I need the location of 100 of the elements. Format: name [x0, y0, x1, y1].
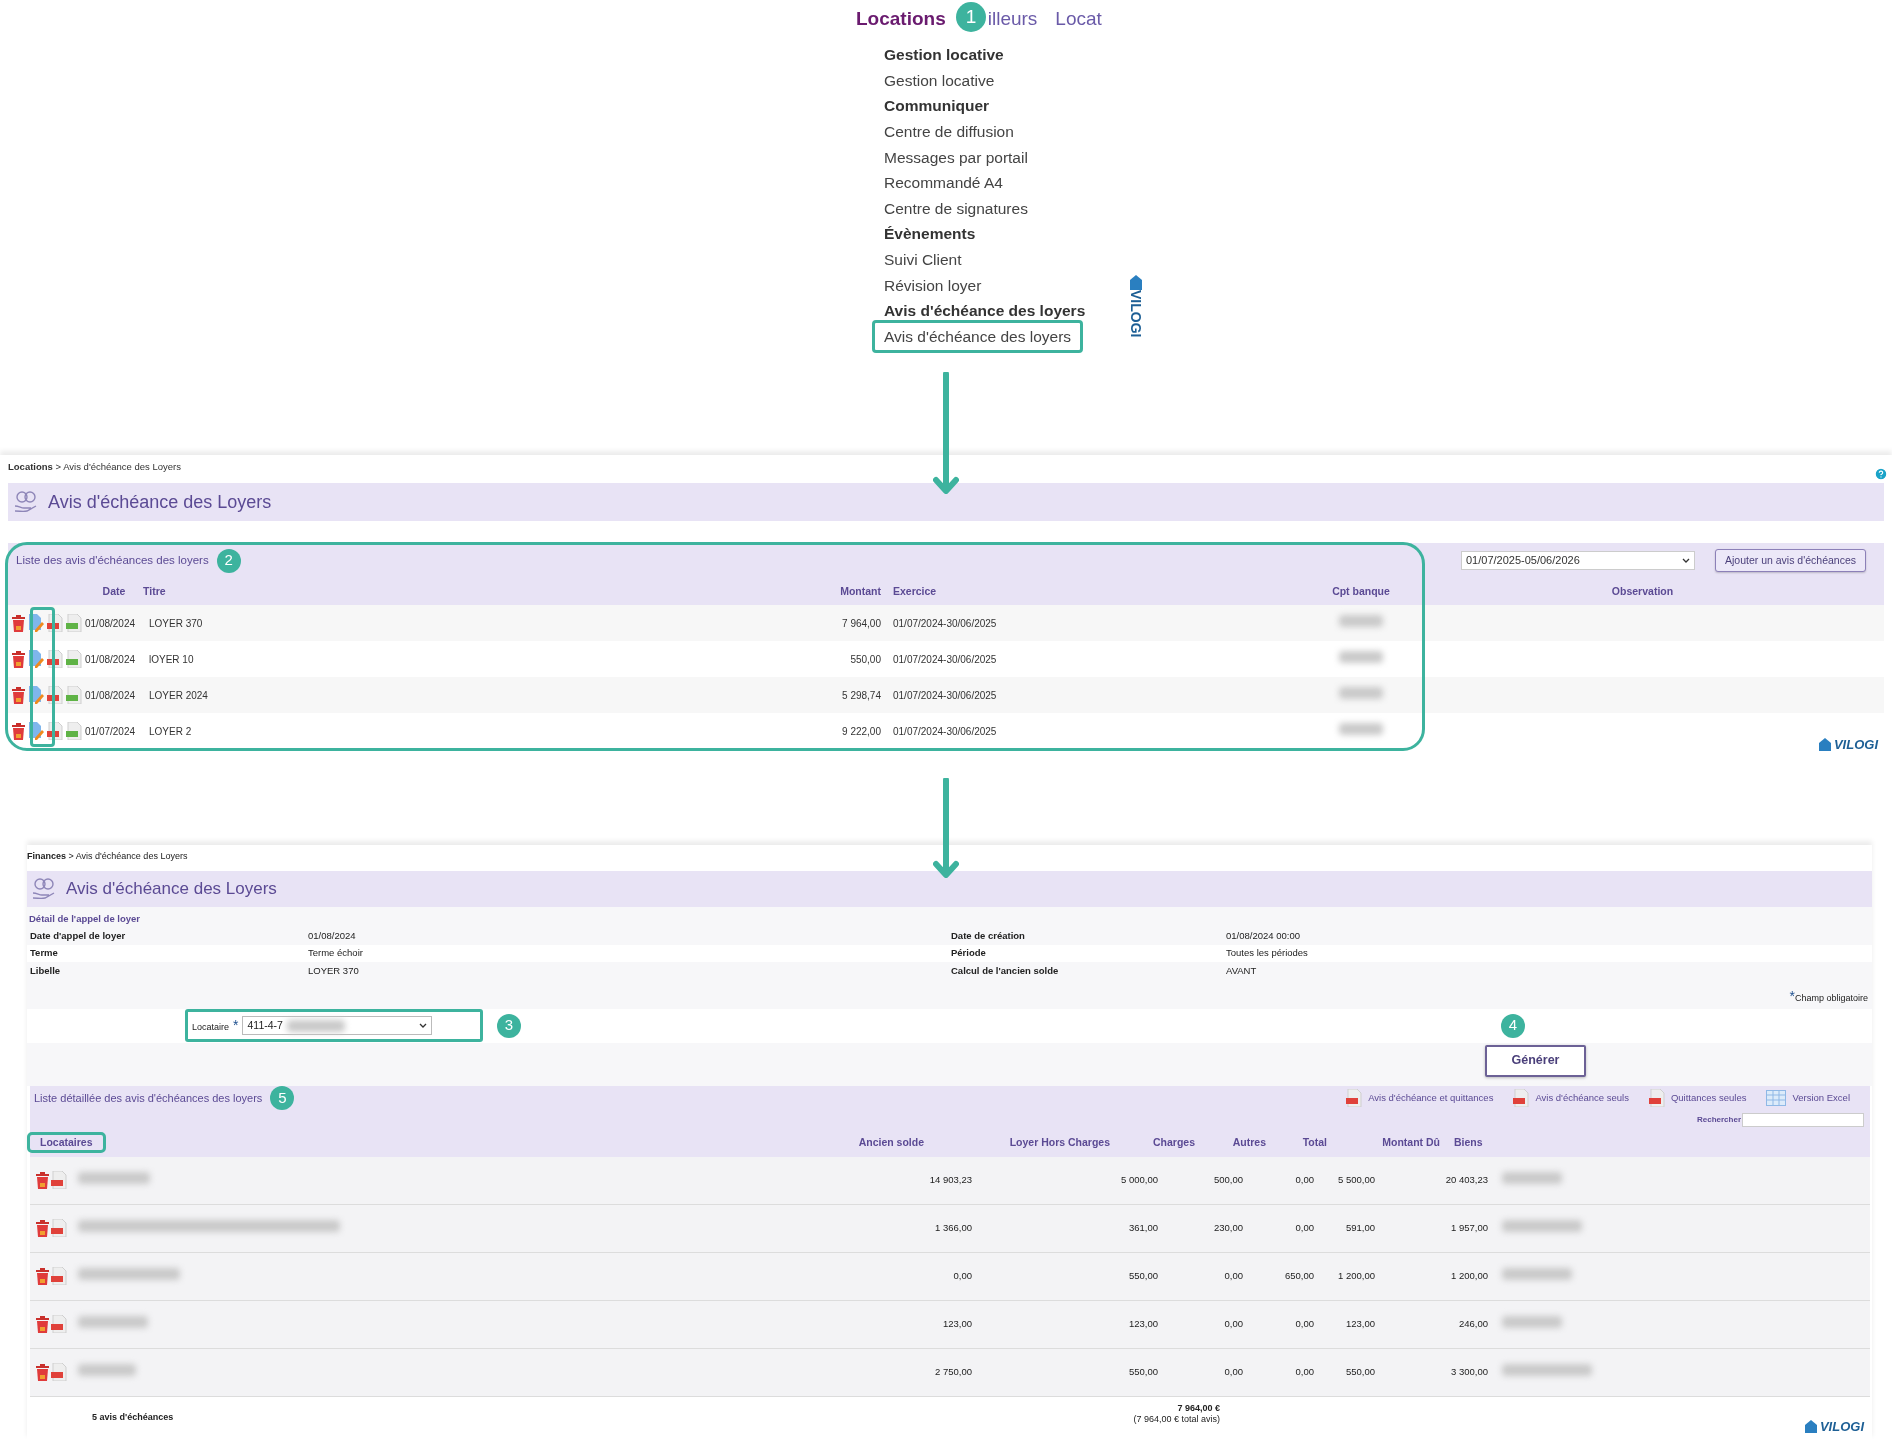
menu-item[interactable]: Centre de diffusion	[884, 119, 1014, 144]
period-select[interactable]: 01/07/2025-05/06/2026	[1461, 551, 1695, 570]
pdf-icon[interactable]	[51, 1315, 67, 1333]
trash-icon[interactable]	[12, 650, 25, 668]
add-notice-button[interactable]: Ajouter un avis d'échéances	[1715, 549, 1866, 572]
trash-icon[interactable]	[12, 686, 25, 704]
edit-document-icon[interactable]	[28, 614, 44, 632]
menu-item[interactable]: Avis d'échéance des loyers	[872, 319, 1084, 353]
field-value: Toutes les périodes	[1226, 946, 1308, 961]
export-link[interactable]: Version Excel	[1792, 1090, 1850, 1106]
export-link[interactable]: Avis d'échéance seuls	[1535, 1090, 1629, 1106]
section-title: Détail de l'appel de loyer	[29, 911, 141, 926]
amount-cell: 550,00	[1128, 1365, 1158, 1377]
menu-tab[interactable]: Locations	[856, 4, 946, 34]
pdf-icon[interactable]	[51, 1219, 67, 1237]
pdf-icon[interactable]	[1513, 1089, 1530, 1107]
breadcrumb: Locations > Avis d'échéance des Loyers	[8, 459, 181, 474]
menu-heading: Gestion locative	[884, 45, 1004, 66]
pdf-icon[interactable]	[51, 1171, 67, 1189]
amount-cell: 2 750,00	[935, 1365, 972, 1377]
edit-document-icon[interactable]	[28, 722, 44, 740]
amount-cell: 650,00	[1284, 1269, 1314, 1281]
redacted-block	[78, 1315, 148, 1328]
vilogi-logo: VILOGI	[1817, 737, 1878, 751]
trash-icon[interactable]	[36, 1171, 49, 1189]
vilogi-logo: VILOGI	[1125, 274, 1147, 338]
redacted-block	[1502, 1315, 1562, 1328]
column-header: Date	[102, 584, 126, 597]
page-title: Avis d'échéance des Loyers	[66, 878, 277, 901]
amount-cell: 246,00	[1458, 1317, 1488, 1329]
money-hand-icon	[14, 491, 38, 513]
trash-icon[interactable]	[36, 1363, 49, 1381]
pdf-icon[interactable]	[1346, 1089, 1363, 1107]
amount-cell: 1 957,00	[1451, 1221, 1488, 1233]
help-icon[interactable]	[1874, 467, 1888, 481]
menu-heading: Communiquer	[884, 96, 990, 117]
trash-icon[interactable]	[36, 1219, 49, 1237]
trash-icon[interactable]	[12, 722, 25, 740]
amount-cell: 0,00	[1295, 1173, 1314, 1185]
period-cell: 01/07/2024-30/06/2025	[893, 617, 997, 629]
amount-cell: 591,00	[1345, 1221, 1375, 1233]
amount-cell: 5 000,00	[1121, 1173, 1158, 1185]
menu-item[interactable]: Centre de signatures	[884, 196, 1028, 220]
title-cell: LOYER 2024	[149, 689, 208, 701]
zip-icon[interactable]	[66, 614, 82, 632]
trash-icon[interactable]	[36, 1267, 49, 1285]
amount-cell: 0,00	[1224, 1365, 1243, 1377]
redacted-block	[78, 1363, 136, 1376]
zip-icon[interactable]	[66, 650, 82, 668]
trash-icon[interactable]	[12, 614, 25, 632]
trash-icon[interactable]	[36, 1315, 49, 1333]
field-value: Terme échoir	[308, 946, 364, 961]
menu-item[interactable]: Suivi Client	[884, 247, 962, 272]
column-header: Ancien solde	[858, 1135, 924, 1148]
menu-tab[interactable]: Locat	[1055, 4, 1102, 34]
menu-tab[interactable]: illeurs	[987, 4, 1038, 34]
edit-document-icon[interactable]	[28, 686, 44, 704]
column-header: Loyer Hors Charges	[1009, 1135, 1110, 1148]
total-note: (7 964,00 € total avis)	[1133, 1413, 1220, 1425]
generate-button[interactable]: Générer	[1485, 1044, 1586, 1077]
page-title: Avis d'échéance des Loyers	[48, 490, 272, 514]
redacted-block	[1339, 651, 1383, 663]
export-link[interactable]: Quittances seules	[1670, 1090, 1747, 1106]
zip-icon[interactable]	[66, 722, 82, 740]
column-header: Titre	[143, 584, 166, 597]
pdf-icon[interactable]	[51, 1363, 67, 1381]
amount-cell: 361,00	[1128, 1221, 1158, 1233]
amount-cell: 20 403,23	[1445, 1173, 1488, 1185]
amount-cell: 0,00	[1224, 1317, 1243, 1329]
total-amount: 7 964,00 €	[1177, 1402, 1220, 1414]
step-badge: 5	[270, 1086, 295, 1110]
required-note: *Champ obligatoire	[1789, 986, 1868, 1006]
amount-cell: 0,00	[1295, 1365, 1314, 1377]
field-label: Période	[951, 946, 987, 961]
export-link[interactable]: Avis d'échéance et quittances	[1368, 1090, 1494, 1106]
amount-cell: 123,00	[1128, 1317, 1158, 1329]
field-value: 01/08/2024 00:00	[1226, 928, 1300, 943]
title-cell: LOYER 2	[149, 725, 192, 737]
menu-item[interactable]: Recommandé A4	[884, 171, 1003, 195]
panel-title: Liste des avis d'échéances des loyers	[16, 552, 209, 568]
menu-item[interactable]: Révision loyer	[884, 273, 982, 297]
field-value: 01/08/2024	[308, 928, 357, 943]
pdf-icon[interactable]	[1648, 1089, 1665, 1107]
pdf-icon[interactable]	[51, 1267, 67, 1285]
amount-cell: 1 366,00	[935, 1221, 972, 1233]
edit-document-icon[interactable]	[28, 650, 44, 668]
zip-icon[interactable]	[66, 686, 82, 704]
date-cell: 01/07/2024	[85, 725, 136, 737]
redacted-block	[1339, 687, 1383, 699]
redacted-block	[286, 1019, 345, 1032]
tenant-field[interactable]: Locataire * 411-4-7	[185, 1009, 483, 1042]
redacted-block	[1502, 1267, 1572, 1280]
menu-item[interactable]: Gestion locative	[884, 68, 995, 92]
menu-item[interactable]: Messages par portail	[884, 145, 1028, 169]
column-header: Montant Dû	[1382, 1135, 1440, 1148]
search-field[interactable]	[1742, 1112, 1864, 1127]
amount-cell: 550,00	[1345, 1365, 1375, 1377]
date-cell: 01/08/2024	[85, 689, 136, 701]
column-header: Cpt banque	[1332, 584, 1390, 597]
amount-cell: 7 964,00	[842, 617, 881, 629]
